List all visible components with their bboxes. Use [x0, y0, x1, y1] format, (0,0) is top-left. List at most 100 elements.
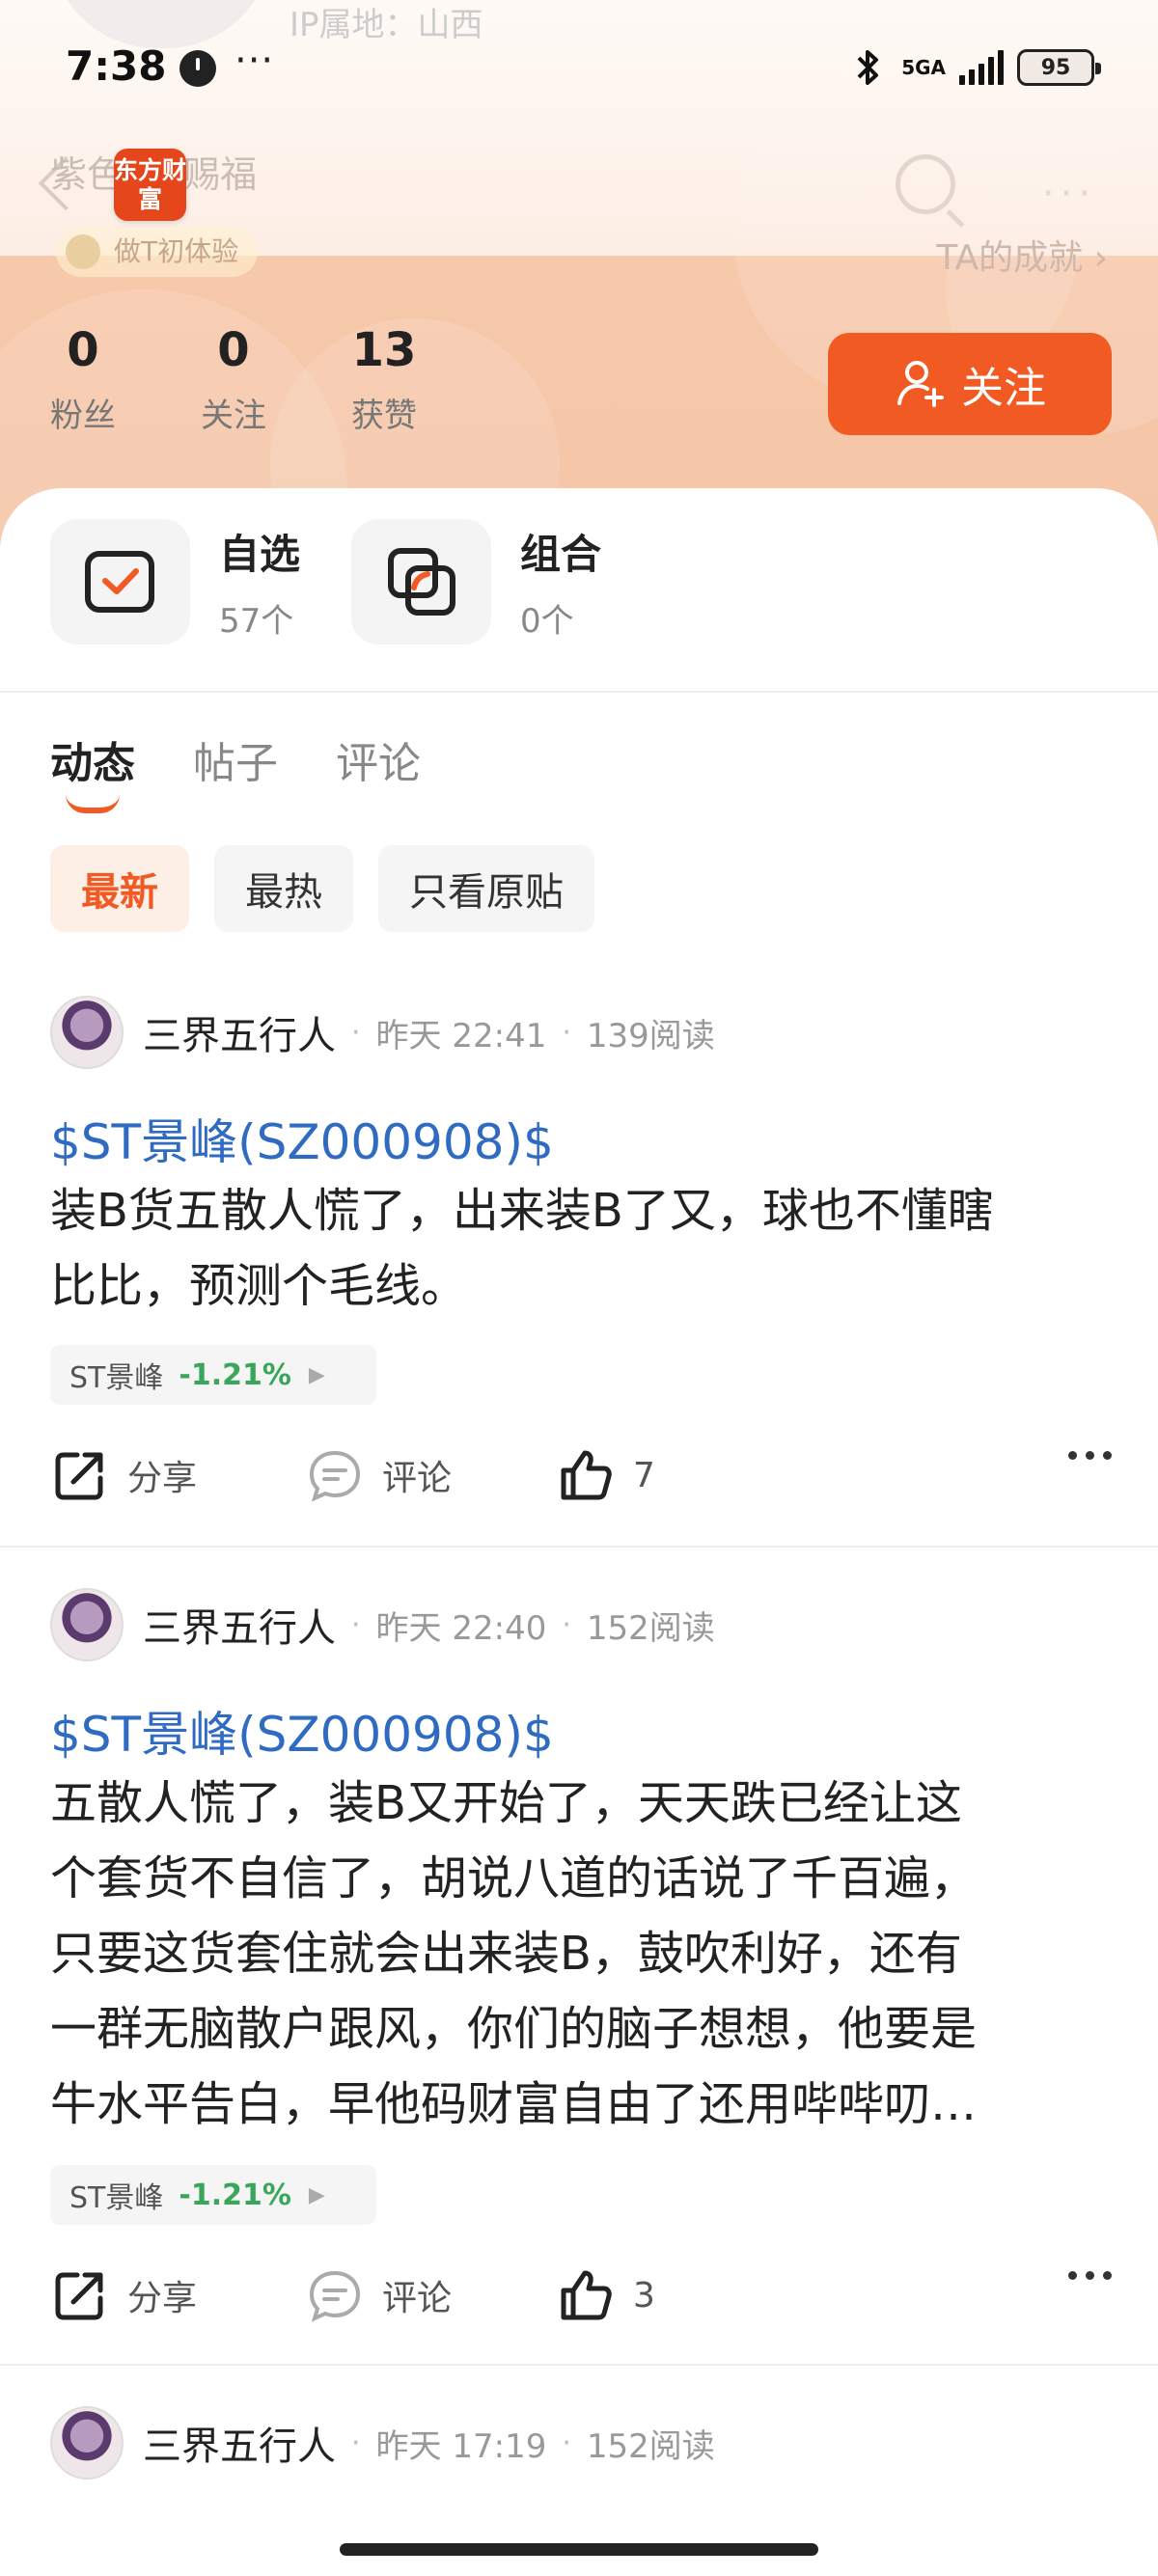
stock-link[interactable]: $ST景峰(SZ000908)$	[50, 1104, 554, 1173]
share-button[interactable]: 分享	[50, 1445, 197, 1505]
more-options-icon[interactable]: ···	[1042, 172, 1096, 216]
achievement-link[interactable]: TA的成就 ›	[936, 230, 1108, 280]
comment-label: 评论	[382, 2279, 453, 2318]
add-user-icon	[897, 361, 944, 407]
chip-arrow-icon: ▶	[308, 1362, 325, 1387]
alarm-icon	[179, 50, 216, 87]
like-button[interactable]: 7	[556, 1445, 655, 1505]
stock-chip[interactable]: ST景峰 -1.21% ▶	[50, 2165, 376, 2225]
user-badge[interactable]: 做T初体验	[56, 227, 259, 277]
comment-icon	[309, 1450, 361, 1502]
likes-label: 获赞	[351, 397, 417, 435]
thumbs-up-icon	[561, 2270, 612, 2320]
post-text: 五散人慌了，装B又开始了，天天跌已经让这 个套货不自信了，胡说八道的话说了千百遍…	[50, 1766, 1112, 2142]
likes-count: 13	[351, 323, 417, 377]
portfolio-title: 组合	[520, 531, 602, 578]
author-name[interactable]: 三界五行人	[143, 2415, 336, 2471]
post-text-line: 个套货不自信了，胡说八道的话说了千百遍，	[50, 1851, 978, 1905]
stock-chip[interactable]: ST景峰 -1.21% ▶	[50, 1345, 376, 1405]
section-divider	[0, 691, 1158, 693]
author-name[interactable]: 三界五行人	[143, 1597, 336, 1653]
like-count: 3	[633, 2275, 655, 2316]
more-options-icon[interactable]	[1068, 1451, 1112, 1460]
following-count: 0	[217, 323, 250, 377]
network-type: 5GA	[901, 56, 946, 79]
post-text-line: 只要这货套住就会出来装B，鼓吹利好，还有	[50, 1927, 962, 1981]
post-time: 昨天 22:41	[375, 1016, 547, 1055]
meta-separator: ·	[562, 1607, 571, 1642]
post-text-line: 装B货五散人慌了，出来装B了又，球也不懂瞎	[50, 1184, 994, 1238]
app-logo: 东方财富	[114, 149, 186, 221]
tab-posts[interactable]: 帖子	[193, 728, 278, 790]
post-text-line: 一群无脑散户跟风，你们的脑子想想，他要是	[50, 2002, 978, 2056]
meta-separator: ·	[562, 2425, 571, 2460]
post-text-line: 牛水平告白，早他码财富自由了还用哔哔叨…	[50, 2077, 978, 2131]
stat-likes[interactable]: 13 获赞	[351, 323, 417, 436]
more-options-icon[interactable]	[1068, 2271, 1112, 2280]
author-avatar[interactable]	[50, 1588, 124, 1661]
status-time: 7:38	[66, 42, 167, 90]
comment-button[interactable]: 评论	[305, 1445, 452, 1505]
meta-separator: ·	[351, 1015, 361, 1050]
author-avatar[interactable]	[50, 996, 124, 1069]
portfolio-count: 0个	[520, 602, 574, 641]
battery-icon: 95	[1017, 49, 1101, 86]
content-card	[0, 488, 1158, 2576]
share-label: 分享	[127, 2279, 198, 2318]
post-divider	[0, 1546, 1158, 1548]
like-button[interactable]: 3	[556, 2265, 655, 2325]
post-text-line: 比比，预测个毛线。	[50, 1259, 468, 1313]
home-indicator[interactable]	[340, 2543, 818, 2556]
read-count: 152阅读	[586, 1608, 715, 1648]
following-label: 关注	[201, 397, 266, 435]
comment-icon	[309, 2270, 361, 2322]
author-avatar[interactable]	[50, 2406, 124, 2480]
stat-following[interactable]: 0 关注	[201, 323, 266, 436]
share-icon	[55, 1452, 103, 1500]
quick-link-portfolio[interactable]: 组合 0个	[351, 519, 601, 644]
watchlist-title: 自选	[219, 531, 301, 578]
chip-arrow-icon: ▶	[308, 2182, 325, 2207]
post-divider	[0, 2364, 1158, 2366]
follow-button-label: 关注	[961, 365, 1046, 412]
bluetooth-icon	[857, 50, 879, 85]
chip-stock-name: ST景峰	[69, 1361, 164, 1395]
read-count: 139阅读	[586, 1016, 715, 1055]
share-label: 分享	[127, 1459, 198, 1498]
tab-comments[interactable]: 评论	[336, 728, 421, 790]
stock-link[interactable]: $ST景峰(SZ000908)$	[50, 1696, 554, 1766]
share-button[interactable]: 分享	[50, 2265, 197, 2325]
read-count: 152阅读	[586, 2426, 715, 2466]
filter-latest[interactable]: 最新	[50, 845, 189, 932]
content-tabs: 动态 帖子 评论	[50, 728, 421, 813]
watchlist-count: 57个	[219, 602, 294, 641]
tab-activity[interactable]: 动态	[50, 728, 135, 813]
stat-fans[interactable]: 0 粉丝	[50, 323, 116, 436]
comment-button[interactable]: 评论	[305, 2265, 452, 2325]
post-actions: 分享 评论 3	[50, 2265, 1112, 2333]
like-count: 7	[633, 1455, 655, 1495]
meta-separator: ·	[562, 1015, 571, 1050]
chip-change: -1.21%	[179, 1357, 291, 1392]
post-actions: 分享 评论 7	[50, 1445, 1112, 1513]
status-more-dots: ···	[234, 39, 275, 83]
quick-link-watchlist[interactable]: 自选 57个	[50, 519, 300, 644]
filter-bar: 最新 最热 只看原贴	[50, 845, 594, 932]
signal-icon	[959, 50, 1004, 85]
search-icon[interactable]	[896, 154, 955, 214]
chip-stock-name: ST景峰	[69, 2181, 164, 2215]
thumbs-up-icon	[561, 1450, 612, 1500]
post-time: 昨天 17:19	[375, 2426, 547, 2466]
watchlist-icon	[50, 519, 190, 644]
post-text: 装B货五散人慌了，出来装B了又，球也不懂瞎 比比，预测个毛线。	[50, 1173, 1112, 1324]
fans-count: 0	[67, 323, 99, 377]
filter-hot[interactable]: 最热	[214, 845, 353, 932]
status-bar: 7:38 ··· 5GA 95	[0, 0, 1158, 140]
post-time: 昨天 22:40	[375, 1608, 547, 1648]
follow-button[interactable]: 关注	[828, 333, 1112, 435]
share-icon	[55, 2272, 103, 2320]
filter-original-only[interactable]: 只看原贴	[378, 845, 594, 932]
post-text-line: 五散人慌了，装B又开始了，天天跌已经让这	[50, 1776, 962, 1830]
author-name[interactable]: 三界五行人	[143, 1004, 336, 1060]
meta-separator: ·	[351, 1607, 361, 1642]
